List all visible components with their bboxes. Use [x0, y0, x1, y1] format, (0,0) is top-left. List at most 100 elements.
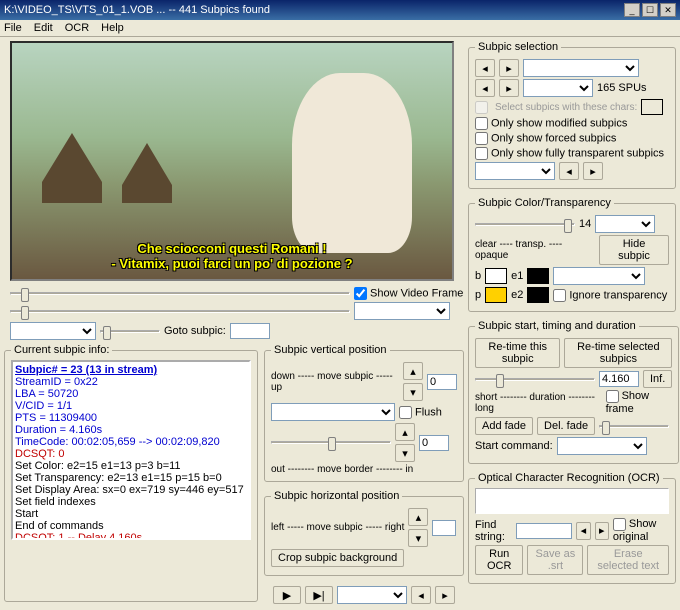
- dcsqt-prev[interactable]: ◂: [559, 162, 579, 180]
- playback-select[interactable]: 0x80 (it): [337, 586, 407, 604]
- goto-input[interactable]: [230, 323, 270, 339]
- duration-input[interactable]: [599, 371, 639, 387]
- ocr-legend: Optical Character Recognition (OCR): [475, 472, 663, 484]
- seek-slider[interactable]: [10, 310, 350, 313]
- vmove-value[interactable]: [427, 374, 457, 390]
- color-legend: Subpic Color/Transparency: [475, 197, 614, 209]
- original-check[interactable]: Show original: [613, 518, 669, 543]
- menu-help[interactable]: Help: [101, 22, 124, 34]
- vmove-down[interactable]: ▾: [403, 383, 423, 401]
- save-srt-button[interactable]: Save as .srt: [527, 545, 583, 575]
- transp-scale: clear ---- transp. ---- opaque: [475, 239, 595, 261]
- erase-text-button[interactable]: Erase selected text: [587, 545, 669, 575]
- char-swatch: [641, 99, 663, 115]
- vcid-next[interactable]: ▸: [499, 79, 519, 97]
- pixels-select[interactable]: All pixels: [595, 215, 655, 233]
- forced-check[interactable]: Only show forced subpics: [475, 132, 616, 145]
- hmove-down[interactable]: ▾: [408, 529, 428, 547]
- zoom-select[interactable]: No zoom window: [354, 302, 450, 320]
- ignore-check[interactable]: Ignore transparency: [553, 289, 667, 302]
- timing-legend: Subpic start, timing and duration: [475, 320, 639, 332]
- subtitle-line-1: Che sciocconi questi Romani !: [12, 241, 452, 256]
- horizontal-legend: Subpic horizontal position: [271, 490, 402, 502]
- show-frame-check[interactable]: Show Video Frame: [354, 287, 463, 300]
- run-ocr-button[interactable]: Run OCR: [475, 545, 523, 575]
- retime-selected-button[interactable]: Re-time selected subpics: [564, 338, 672, 368]
- info-legend: Current subpic info:: [11, 344, 112, 356]
- border-up[interactable]: ▴: [395, 423, 415, 441]
- pb-prev[interactable]: ◂: [411, 586, 431, 604]
- video-frame: Che sciocconi questi Romani ! - Vitamix,…: [10, 41, 454, 281]
- b-label: b: [475, 270, 481, 282]
- stream-prev[interactable]: ◂: [475, 59, 495, 77]
- maximize-button[interactable]: ☐: [642, 3, 658, 17]
- hmove-label: left ----- move subpic ----- right: [271, 522, 404, 533]
- window-title: K:\VIDEO_TS\VTS_01_1.VOB ... -- 441 Subp…: [4, 4, 270, 16]
- spu-count: 165 SPUs: [597, 82, 647, 94]
- modified-check[interactable]: Only show modified subpics: [475, 117, 627, 130]
- menu-edit[interactable]: Edit: [34, 22, 53, 34]
- border-select[interactable]: No Vertical Borders: [271, 403, 395, 421]
- vertical-legend: Subpic vertical position: [271, 344, 390, 356]
- subtitle-line-2: - Vitamix, puoi farci un po' di pozione …: [12, 256, 452, 271]
- border-slider[interactable]: [271, 441, 391, 444]
- vmove-label: down ----- move subpic ----- up: [271, 371, 399, 393]
- bmove-label: out -------- move border -------- in: [271, 464, 457, 475]
- find-input[interactable]: [516, 523, 572, 539]
- find-next[interactable]: ▸: [595, 522, 609, 540]
- chars-label: Select subpics with these chars:: [495, 102, 637, 113]
- play-button[interactable]: ▶: [273, 586, 301, 604]
- stream-next[interactable]: ▸: [499, 59, 519, 77]
- startcmd-select[interactable]: Normal Start: [557, 437, 647, 455]
- dcsqt-next[interactable]: ▸: [583, 162, 603, 180]
- dcsqt-select[interactable]: DCSQT 0: [475, 162, 555, 180]
- vmove-up[interactable]: ▴: [403, 362, 423, 380]
- retime-this-button[interactable]: Re-time this subpic: [475, 338, 560, 368]
- p-swatch[interactable]: [485, 287, 507, 303]
- e1-swatch[interactable]: [527, 268, 549, 284]
- aspect-slider[interactable]: [100, 330, 160, 333]
- duration-scale: short -------- duration -------- long: [475, 392, 602, 414]
- hmove-value[interactable]: [432, 520, 456, 536]
- selection-legend: Subpic selection: [475, 41, 561, 53]
- flush-check[interactable]: Flush: [399, 406, 442, 419]
- e1-label: e1: [511, 270, 523, 282]
- add-fade-button[interactable]: Add fade: [475, 417, 533, 435]
- b-swatch[interactable]: [485, 268, 507, 284]
- p-label: p: [475, 289, 481, 301]
- goto-label: Goto subpic:: [164, 325, 226, 337]
- step-button[interactable]: ▶|: [305, 586, 333, 604]
- fade-slider[interactable]: [599, 425, 669, 428]
- startcmd-label: Start command:: [475, 440, 553, 452]
- del-fade-button[interactable]: Del. fade: [537, 417, 595, 435]
- chars-check: [475, 101, 488, 114]
- inf-button[interactable]: Inf.: [643, 370, 672, 388]
- close-button[interactable]: ✕: [660, 3, 676, 17]
- border-down[interactable]: ▾: [395, 444, 415, 462]
- transp-slider[interactable]: [475, 223, 575, 226]
- e2-swatch[interactable]: [527, 287, 549, 303]
- stream-select[interactable]: 0x22 (it) 4:3: [523, 59, 639, 77]
- pb-next[interactable]: ▸: [435, 586, 455, 604]
- crop-button[interactable]: Crop subpic background: [271, 549, 404, 567]
- vcid-select[interactable]: All VCID: [523, 79, 593, 97]
- minimize-button[interactable]: _: [624, 3, 640, 17]
- duration-slider[interactable]: [475, 378, 595, 381]
- hmove-up[interactable]: ▴: [408, 508, 428, 526]
- hide-subpic-button[interactable]: Hide subpic: [599, 235, 669, 265]
- find-prev[interactable]: ◂: [576, 522, 590, 540]
- border-value[interactable]: [419, 435, 449, 451]
- ocr-output: [475, 488, 669, 514]
- timeline-slider[interactable]: [10, 292, 350, 295]
- subpic-info-box[interactable]: Subpic# = 23 (13 in stream) StreamID = 0…: [11, 360, 251, 540]
- vcid-prev[interactable]: ◂: [475, 79, 495, 97]
- clut-select[interactable]: Use IFO CLUT: [553, 267, 645, 285]
- transp-value: 14: [579, 218, 591, 230]
- find-label: Find string:: [475, 519, 512, 543]
- transparent-check[interactable]: Only show fully transparent subpics: [475, 147, 664, 160]
- menu-file[interactable]: File: [4, 22, 22, 34]
- menu-ocr[interactable]: OCR: [65, 22, 89, 34]
- aspect-select[interactable]: 4:3: [10, 322, 96, 340]
- showframe-check[interactable]: Show frame: [606, 390, 673, 415]
- e2-label: e2: [511, 289, 523, 301]
